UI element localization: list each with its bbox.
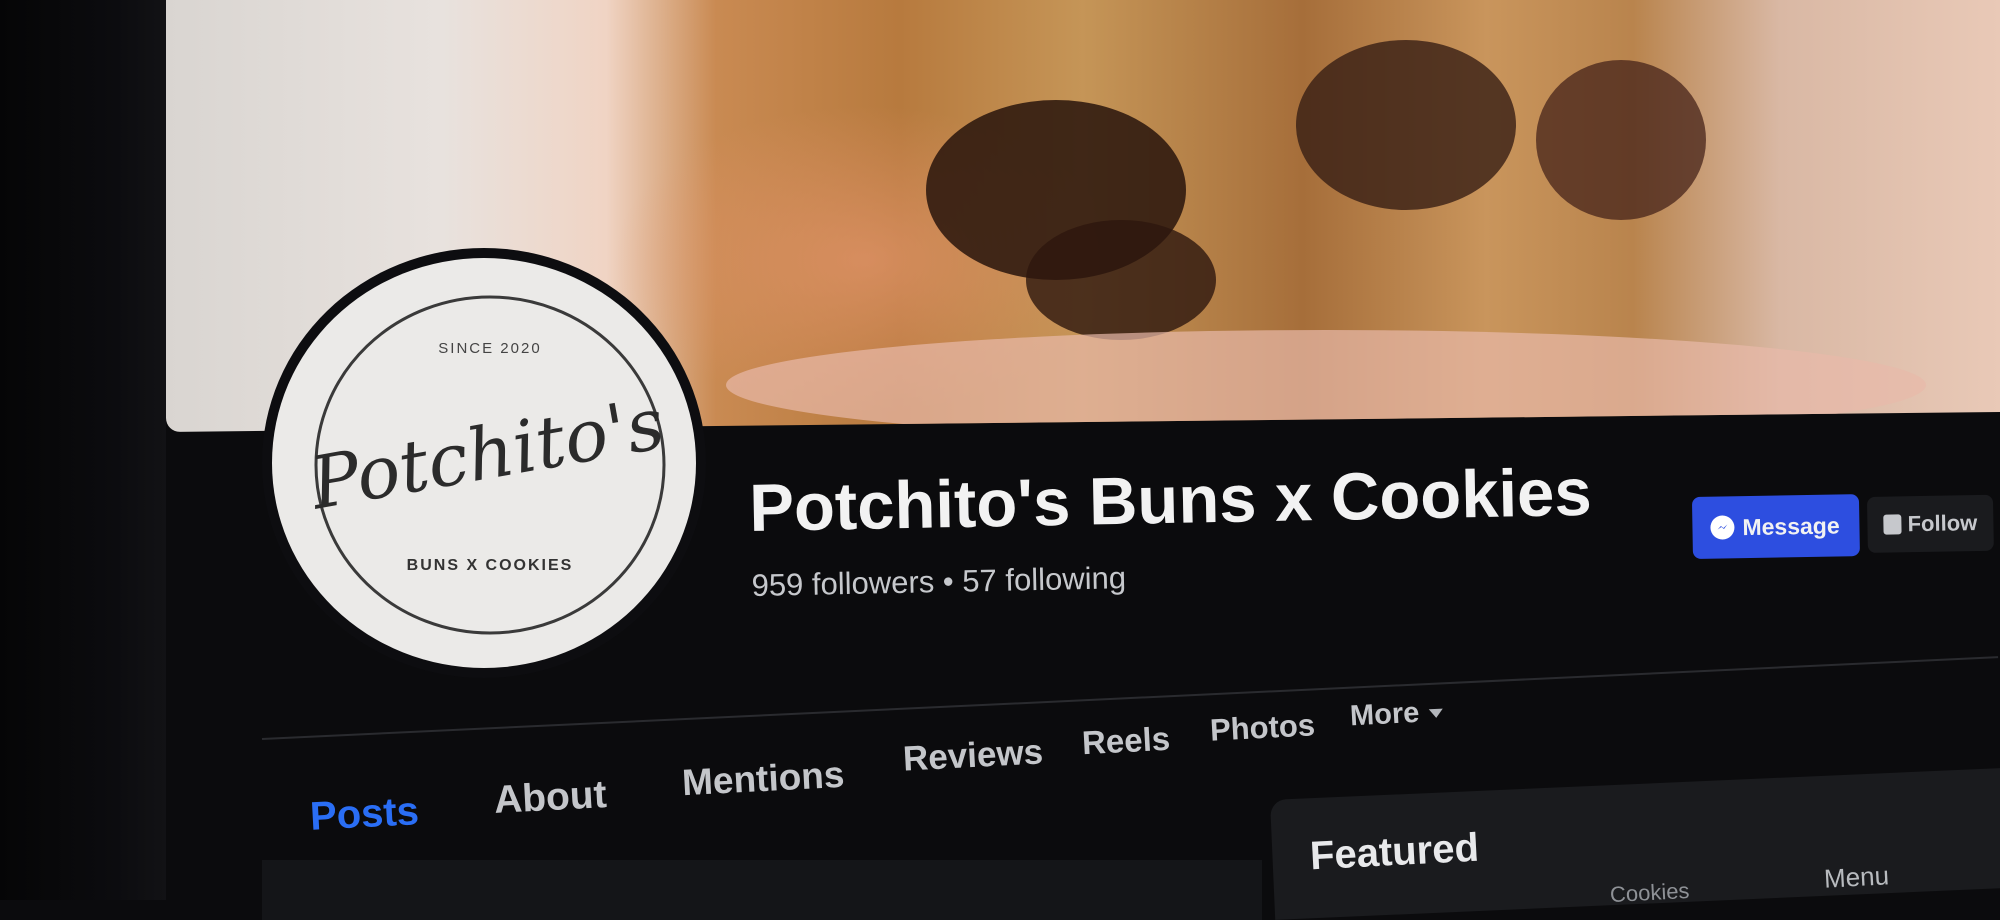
tab-reviews[interactable]: Reviews <box>902 732 1044 779</box>
tab-photos[interactable]: Photos <box>1209 707 1316 748</box>
tab-more[interactable]: More <box>1349 696 1444 734</box>
logo-since-text: SINCE 2020 <box>438 340 541 357</box>
logo-tagline-text: BUNS X COOKIES <box>407 557 574 574</box>
cover-hand <box>726 330 1926 432</box>
page-title: Potchito's Buns x Cookies <box>748 454 1593 547</box>
cover-cookie-chunk <box>1296 40 1516 210</box>
content-card <box>262 860 1262 920</box>
follower-stats[interactable]: 959 followers • 57 following <box>751 560 1126 604</box>
featured-item-label[interactable]: Cookies <box>1609 878 1690 908</box>
follow-button[interactable]: Follow <box>1867 494 1994 553</box>
tab-about[interactable]: About <box>493 773 608 823</box>
logo-script-text: Potchito's <box>303 381 671 526</box>
messenger-icon <box>1710 515 1735 540</box>
featured-menu-link[interactable]: Menu <box>1823 860 1890 894</box>
tab-more-label: More <box>1349 696 1421 733</box>
tab-reels[interactable]: Reels <box>1081 720 1171 763</box>
featured-heading: Featured <box>1308 825 1480 879</box>
message-button-label: Message <box>1742 511 1840 540</box>
message-button[interactable]: Message <box>1691 494 1861 559</box>
caret-down-icon <box>1429 708 1444 719</box>
cover-cookie-chunk <box>1026 220 1216 340</box>
tab-posts[interactable]: Posts <box>309 789 420 840</box>
profile-picture[interactable]: SINCE 2020 Potchito's BUNS X COOKIES <box>272 258 696 668</box>
screen-bezel <box>0 0 166 900</box>
follow-icon <box>1883 514 1902 535</box>
follow-button-label: Follow <box>1907 510 1978 537</box>
tab-mentions[interactable]: Mentions <box>681 754 845 804</box>
profile-actions: Message Follow S <box>1691 490 2000 559</box>
brand-logo: SINCE 2020 Potchito's BUNS X COOKIES <box>303 295 671 635</box>
cover-cookie-chunk <box>1536 60 1706 220</box>
